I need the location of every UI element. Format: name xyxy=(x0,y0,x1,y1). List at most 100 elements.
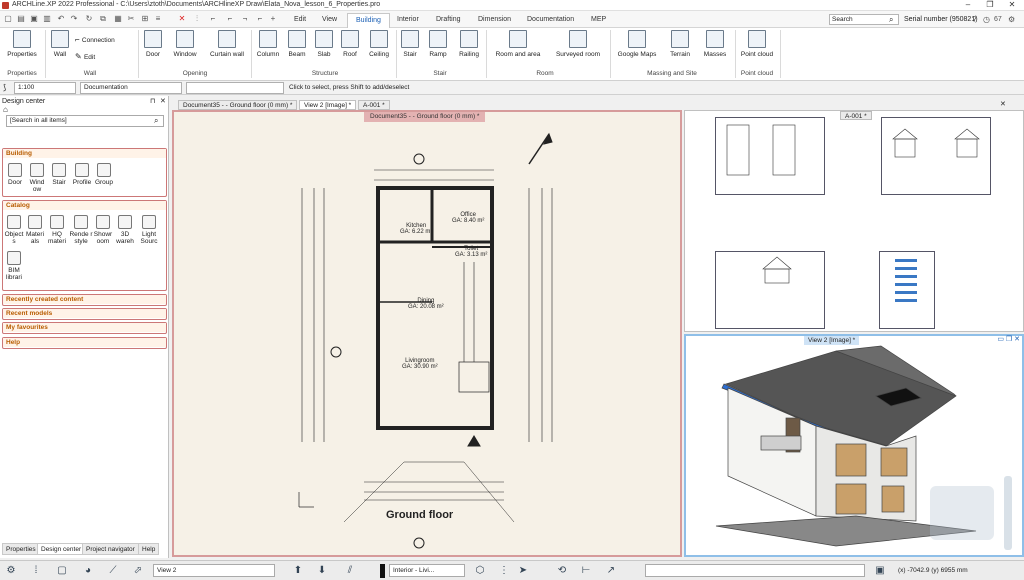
arrow-down-icon[interactable]: ⬇ xyxy=(314,564,330,578)
close-tab-icon[interactable]: ✕ xyxy=(1000,100,1006,108)
terrain-button[interactable]: Terrain xyxy=(665,30,695,58)
layers-icon[interactable]: ≡ xyxy=(153,13,163,25)
refresh-icon[interactable]: ↻ xyxy=(84,13,94,25)
pin-icon[interactable]: ⊓ xyxy=(150,97,155,105)
cut-icon[interactable]: ✂ xyxy=(126,13,136,25)
properties-button[interactable]: Properties xyxy=(5,30,39,58)
help-icon[interactable]: ? xyxy=(972,14,976,25)
frame-icon[interactable]: ▢ xyxy=(54,564,70,578)
curtain-wall-button[interactable]: Curtain wall xyxy=(205,30,249,58)
minimize-icon[interactable]: – xyxy=(957,0,979,11)
story-icon[interactable]: ⫽ xyxy=(342,564,358,578)
tab-building[interactable]: Building xyxy=(347,13,390,28)
close-icon[interactable]: ✕ xyxy=(1001,0,1023,11)
materials-item[interactable]: Materi als xyxy=(25,215,45,245)
restore-icon[interactable]: ❐ xyxy=(979,0,1001,11)
tab-dimension[interactable]: Dimension xyxy=(470,13,519,28)
print-icon[interactable]: ▥ xyxy=(42,13,52,25)
tab-interior[interactable]: Interior xyxy=(389,13,427,28)
bim-libraries-item[interactable]: BIM librari xyxy=(4,251,24,281)
showroom-item[interactable]: Showr oom xyxy=(93,215,113,245)
undo-icon[interactable]: ↶ xyxy=(56,13,66,25)
3d-warehouse-item[interactable]: 3D wareh xyxy=(115,215,135,245)
google-maps-button[interactable]: Google Maps xyxy=(614,30,660,58)
masses-button[interactable]: Masses xyxy=(700,30,730,58)
stair-button[interactable]: Stair xyxy=(399,30,421,58)
tab-project-navigator[interactable]: Project navigator xyxy=(82,543,139,555)
align-icon[interactable]: ⋮ xyxy=(496,564,512,578)
new-file-icon[interactable]: ▢ xyxy=(3,13,13,25)
settings-icon[interactable]: ⚙ xyxy=(1008,14,1015,25)
column-button[interactable]: Column xyxy=(254,30,282,58)
recent-content-section[interactable]: Recently created content xyxy=(2,294,167,306)
tab-help[interactable]: Help xyxy=(138,543,160,555)
door-button[interactable]: Door xyxy=(141,30,165,58)
grid-icon[interactable]: ⁞ xyxy=(28,564,44,578)
cursor-icon[interactable]: ➤ xyxy=(515,564,531,578)
tab-a001[interactable]: A-001 * xyxy=(358,100,390,110)
stair-item[interactable]: Stair xyxy=(49,163,69,186)
save-icon[interactable]: ▣ xyxy=(29,13,39,25)
hq-materials-item[interactable]: HQ materi xyxy=(47,215,67,245)
catalog-section-title[interactable]: Catalog xyxy=(3,201,166,210)
window-item[interactable]: Wind ow xyxy=(27,163,47,193)
extend-icon[interactable]: ¬ xyxy=(240,13,250,25)
window-button[interactable]: Window xyxy=(170,30,200,58)
join-icon[interactable]: ⌐ xyxy=(208,13,218,25)
profile-item[interactable]: Profile xyxy=(70,163,94,186)
tab-view2-image[interactable]: View 2 [Image] * xyxy=(299,100,357,110)
navigation-cube[interactable] xyxy=(930,486,994,540)
notification-icon[interactable]: ◷ xyxy=(983,14,990,25)
home-icon[interactable]: ⌂ xyxy=(3,105,8,114)
beam-button[interactable]: Beam xyxy=(285,30,309,58)
room-label-kitchen[interactable]: Kitchen GA: 6.22 m² xyxy=(400,223,432,235)
room-label-office[interactable]: Office GA: 8.40 m² xyxy=(452,212,484,224)
floor-plan-viewport[interactable]: Document35 - - Ground floor (0 mm) * Kit… xyxy=(172,110,682,557)
orbit-icon[interactable]: ⟲ xyxy=(554,564,570,578)
door-item[interactable]: Door xyxy=(5,163,25,186)
layer-select[interactable]: Interior - Livi... xyxy=(389,564,465,577)
scale-select[interactable]: 1:100 xyxy=(14,82,76,94)
split-icon[interactable]: ⌐ xyxy=(255,13,265,25)
render-icon[interactable]: ◕ xyxy=(80,564,96,578)
tab-view[interactable]: View xyxy=(314,13,345,28)
point-cloud-button[interactable]: Point cloud xyxy=(739,30,775,58)
ramp-button[interactable]: Ramp xyxy=(426,30,450,58)
favourites-section[interactable]: My favourites xyxy=(2,322,167,334)
ruler-icon[interactable]: ⊢ xyxy=(578,564,594,578)
paste-icon[interactable]: ▦ xyxy=(113,13,123,25)
search-icon[interactable]: ⌕ xyxy=(154,116,158,126)
arrow-up-icon[interactable]: ⬆ xyxy=(290,564,306,578)
ceiling-button[interactable]: Ceiling xyxy=(365,30,393,58)
connection-button[interactable]: ⌐ Connection xyxy=(75,35,115,44)
slab-button[interactable]: Slab xyxy=(312,30,336,58)
edit-button[interactable]: ✎ Edit xyxy=(75,52,95,61)
close-panel-icon[interactable]: ✕ xyxy=(160,97,166,105)
railing-button[interactable]: Railing xyxy=(455,30,483,58)
search-icon[interactable]: ⌕ xyxy=(889,15,893,24)
view-select[interactable]: View 2 xyxy=(153,564,275,577)
snap-icon[interactable]: ↗ xyxy=(603,564,619,578)
3d-viewport[interactable]: View 2 [Image] * ▭ ❐ ✕ xyxy=(684,334,1024,557)
room-and-area-button[interactable]: Room and area xyxy=(491,30,545,58)
group-item[interactable]: Group xyxy=(94,163,114,186)
add-point-icon[interactable]: + xyxy=(268,13,278,25)
settings-icon[interactable]: ⚙ xyxy=(3,564,19,578)
tab-document35[interactable]: Document35 - - Ground floor (0 mm) * xyxy=(178,100,298,110)
tab-documentation[interactable]: Documentation xyxy=(519,13,582,28)
cube-icon[interactable]: ⬡ xyxy=(472,564,488,578)
grid-icon[interactable]: ⊞ xyxy=(140,13,150,25)
render-style-item[interactable]: Rende r style xyxy=(69,215,93,245)
copy-icon[interactable]: ⧉ xyxy=(98,13,108,25)
align-icon[interactable]: ⫶ xyxy=(192,13,202,25)
help-section[interactable]: Help xyxy=(2,337,167,349)
design-center-search-input[interactable]: [Search in all items] xyxy=(6,115,164,127)
delete-icon[interactable]: ✕ xyxy=(177,13,187,25)
tab-drafting[interactable]: Drafting xyxy=(428,13,469,28)
building-section-title[interactable]: Building xyxy=(3,149,166,158)
zoom-slider[interactable] xyxy=(1004,476,1012,550)
objects-item[interactable]: Object s xyxy=(4,215,24,245)
tab-edit[interactable]: Edit xyxy=(286,13,314,28)
line-type-icon[interactable]: ⟆ xyxy=(3,82,6,94)
recent-models-section[interactable]: Recent models xyxy=(2,308,167,320)
